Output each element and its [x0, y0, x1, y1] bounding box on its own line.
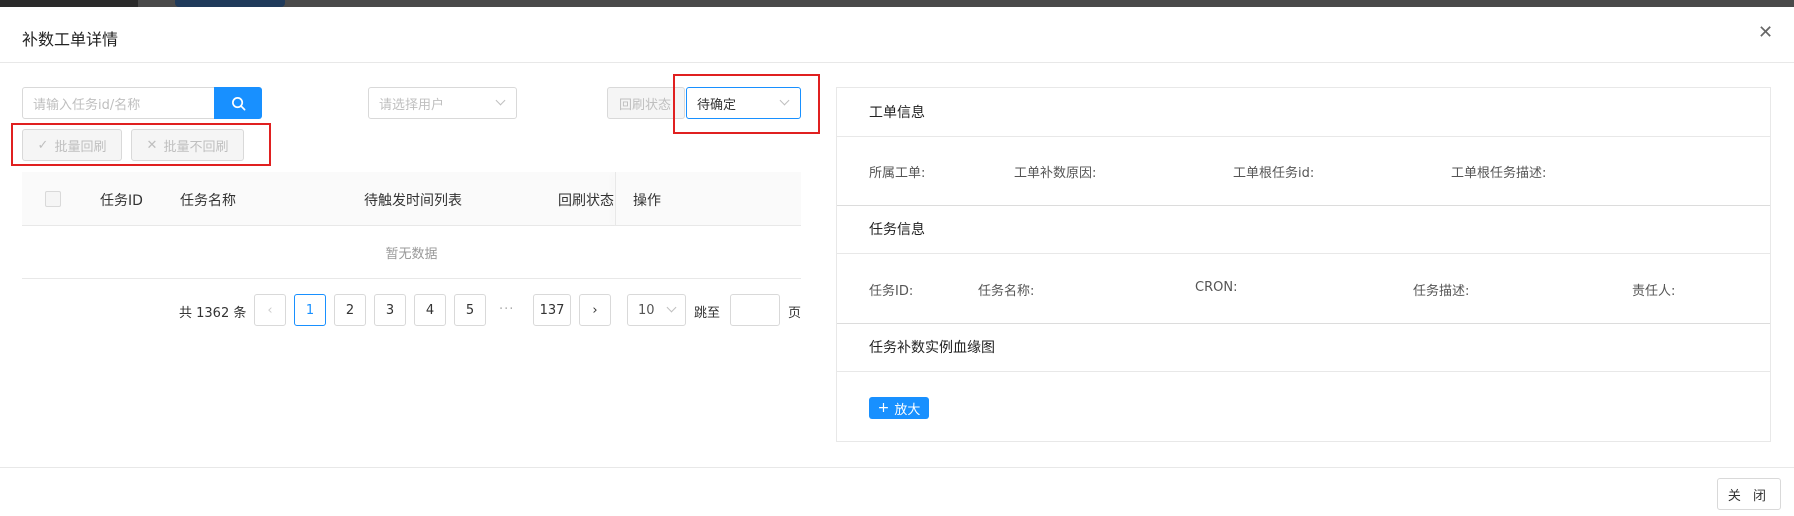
fixed-column-divider [615, 172, 616, 226]
task-info-title: 任务信息 [869, 222, 925, 238]
table-header: 任务ID 任务名称 待触发时间列表 回刷状态 操作 [22, 172, 801, 226]
page-size-value: 10 [638, 302, 655, 318]
page-4-button[interactable]: 4 [414, 294, 446, 326]
field-task-desc: 任务描述: [1413, 284, 1470, 299]
page-1-button[interactable]: 1 [294, 294, 326, 326]
search-icon [231, 96, 245, 110]
user-select-placeholder: 请选择用户 [379, 97, 445, 113]
pagination-ellipsis[interactable]: ··· [499, 302, 514, 317]
background-page-strip [0, 0, 1794, 7]
empty-text: 暂无数据 [385, 246, 438, 262]
modal-title: 补数工单详情 [22, 30, 119, 49]
modal-header [0, 7, 1794, 63]
detail-panel: 工单信息 所属工单: 工单补数原因: 工单根任务id: 工单根任务描述: 任务信… [836, 87, 1771, 442]
field-owner: 责任人: [1632, 284, 1676, 299]
page-2-button[interactable]: 2 [334, 294, 366, 326]
column-trigger-times: 待触发时间列表 [364, 193, 462, 209]
lineage-title: 任务补数实例血缘图 [869, 340, 995, 356]
table-empty-row: 暂无数据 [22, 226, 801, 279]
field-task-id: 任务ID: [869, 284, 914, 299]
field-ticket: 所属工单: [869, 166, 926, 181]
page-suffix: 页 [788, 306, 802, 321]
column-task-id: 任务ID [100, 193, 143, 209]
plus-icon: + [877, 400, 890, 416]
chevron-down-icon [495, 95, 506, 106]
highlight-box-batch [11, 123, 271, 166]
column-actions: 操作 [633, 193, 661, 209]
jump-label: 跳至 [694, 306, 721, 321]
ticket-info-title: 工单信息 [869, 105, 925, 121]
field-root-task-id: 工单根任务id: [1233, 166, 1315, 181]
modal-footer-divider [0, 467, 1794, 468]
chevron-right-icon: › [592, 302, 598, 318]
search-input[interactable]: 请输入任务id/名称 [22, 87, 215, 119]
search-button[interactable] [214, 87, 262, 119]
column-task-name: 任务名称 [180, 193, 236, 209]
prev-page-button[interactable]: ‹ [254, 294, 286, 326]
jump-page-input[interactable] [730, 294, 780, 326]
close-icon[interactable]: ✕ [1758, 24, 1773, 42]
user-select[interactable]: 请选择用户 [368, 87, 517, 119]
highlight-box-status [673, 74, 820, 134]
page-last-button[interactable]: 137 [533, 294, 571, 326]
select-all-checkbox[interactable] [45, 191, 61, 207]
chevron-left-icon: ‹ [267, 302, 273, 318]
close-button[interactable]: 关 闭 [1717, 478, 1781, 510]
page-3-button[interactable]: 3 [374, 294, 406, 326]
pagination-total: 共 1362 条 [179, 306, 247, 321]
page-5-button[interactable]: 5 [454, 294, 486, 326]
search-placeholder: 请输入任务id/名称 [33, 97, 141, 113]
field-ticket-reason: 工单补数原因: [1014, 166, 1097, 181]
field-task-name: 任务名称: [978, 284, 1035, 299]
zoom-button[interactable]: + 放大 [869, 397, 929, 419]
chevron-down-icon [666, 302, 677, 313]
next-page-button[interactable]: › [579, 294, 611, 326]
column-refresh-status: 回刷状态 [558, 193, 614, 209]
page-size-select[interactable]: 10 [627, 294, 686, 326]
field-cron: CRON: [1195, 280, 1238, 295]
field-root-task-desc: 工单根任务描述: [1451, 166, 1547, 181]
